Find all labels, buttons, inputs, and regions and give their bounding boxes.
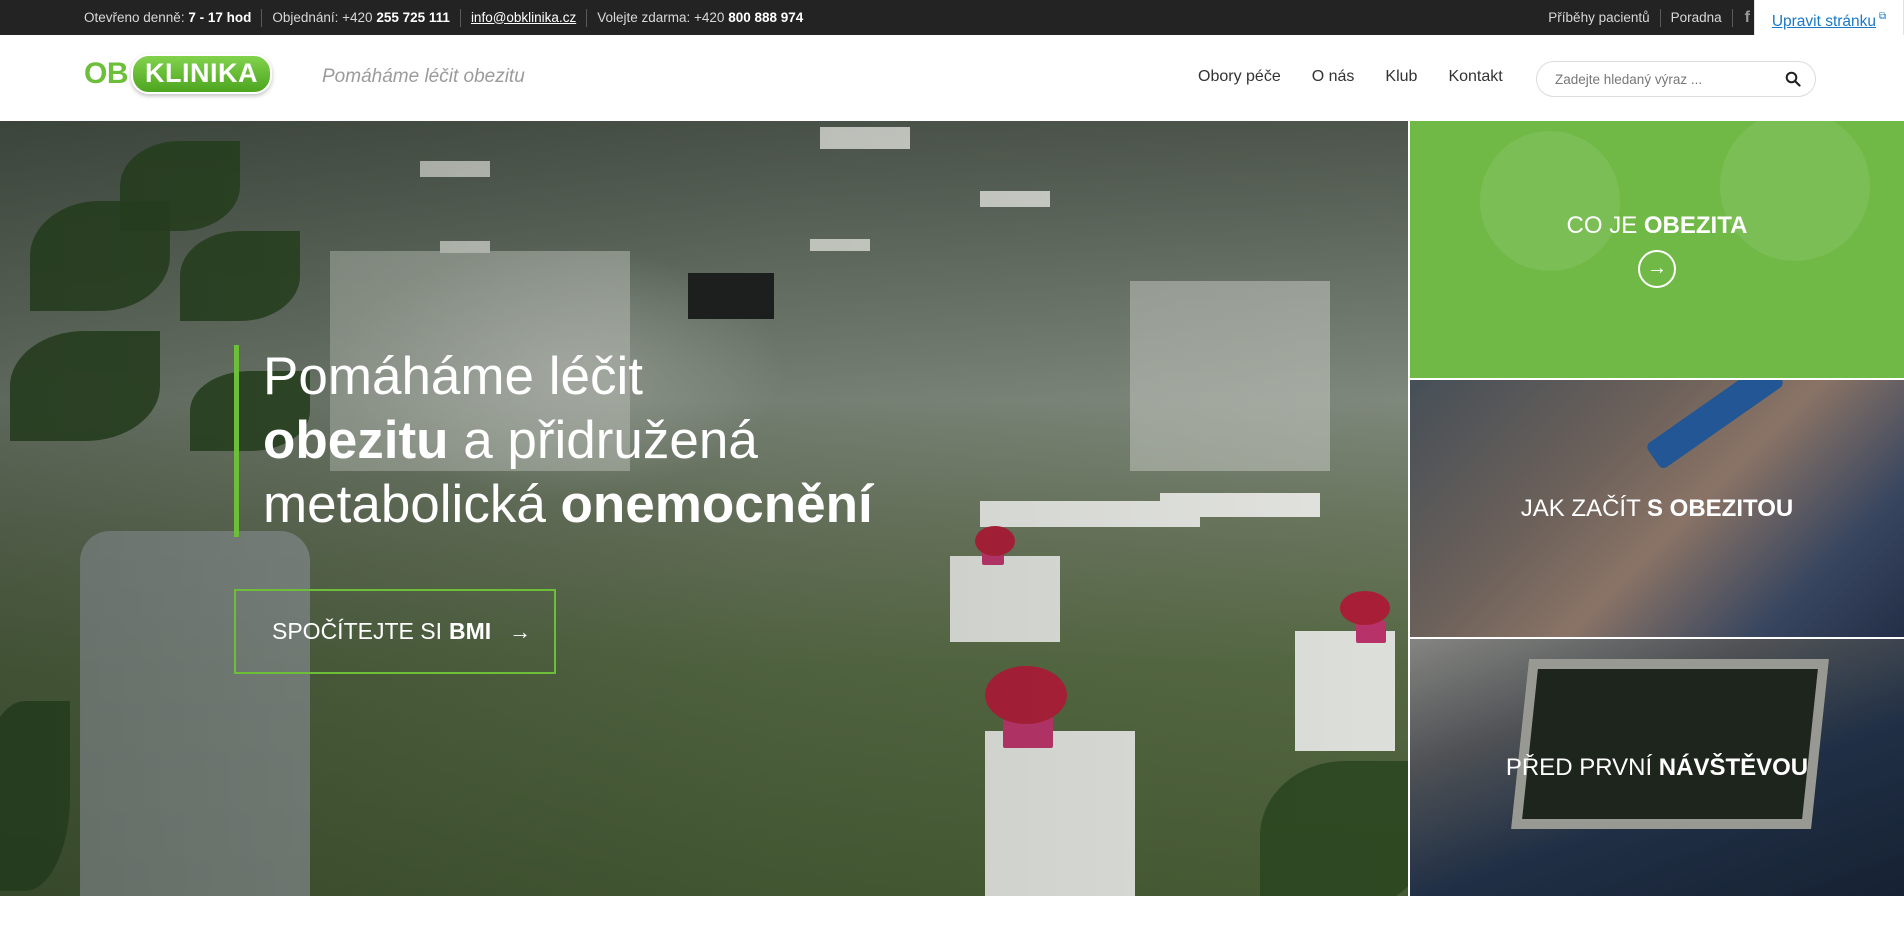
hero-line-1: Pomáháme léčit: [263, 347, 644, 406]
circle-arrow-icon[interactable]: →: [1638, 249, 1676, 288]
nav-item-obory-pece[interactable]: Obory péče: [1198, 68, 1281, 86]
tagline: Pomáháme léčit obezitu: [322, 66, 525, 87]
bmi-button-text: SPOČÍTEJTE SI: [272, 618, 442, 644]
top-links: Příběhy pacientů Poradna f: [1548, 0, 1754, 35]
contact-info: Otevřeno denně: 7 - 17 hod Objednání: +4…: [84, 0, 813, 35]
bmi-button-bold: BMI: [448, 618, 492, 644]
order-phone[interactable]: Objednání: +420 255 725 111: [261, 8, 460, 27]
arrow-right-icon: →: [509, 618, 532, 644]
hero-line-3-rest: metabolická: [263, 475, 561, 534]
main-nav: Obory péče O nás Klub Kontakt: [1198, 68, 1534, 86]
order-phone-number[interactable]: 255 725 111: [376, 10, 450, 25]
tile-how-to-start-label: JAK ZAČÍT S OBEZITOU: [1521, 495, 1794, 523]
nav-item-o-nas[interactable]: O nás: [1312, 68, 1355, 86]
hero-line-3: metabolická onemocnění: [263, 473, 873, 537]
edit-page-link[interactable]: Upravit stránku: [1772, 13, 1876, 31]
tile-what-is-obesity[interactable]: CO JE OBEZITA →: [1410, 121, 1904, 378]
search-icon[interactable]: [1785, 71, 1801, 87]
tile-how-to-start[interactable]: JAK ZAČÍT S OBEZITOU: [1410, 380, 1904, 637]
tile-1-text: CO JE: [1566, 211, 1644, 239]
email-link[interactable]: info@obklinika.cz: [471, 10, 576, 25]
opening-hours: Otevřeno denně: 7 - 17 hod: [84, 9, 261, 27]
nav-item-klub[interactable]: Klub: [1385, 68, 1417, 86]
free-phone-label: Volejte zdarma: +420: [597, 9, 725, 25]
tile-before-first-visit[interactable]: PŘED PRVNÍ NÁVŠTĚVOU: [1410, 639, 1904, 896]
search-input[interactable]: [1553, 70, 1785, 88]
tile-what-is-obesity-label: CO JE OBEZITA: [1567, 212, 1748, 240]
hero-line-2-bold: obezitu: [263, 411, 449, 470]
top-info-bar: Otevřeno denně: 7 - 17 hod Objednání: +4…: [0, 0, 1904, 44]
opening-hours-label: Otevřeno denně:: [84, 9, 185, 25]
hero-headline: Pomáháme léčit obezitu a přidružená meta…: [234, 345, 873, 537]
tile-3-text: PŘED PRVNÍ: [1505, 753, 1659, 781]
top-link-advice[interactable]: Poradna: [1659, 8, 1732, 27]
email[interactable]: info@obklinika.cz: [459, 8, 586, 27]
hero-line-2: obezitu a přidružená: [263, 409, 873, 473]
tile-2-bold: S OBEZITOU: [1647, 494, 1794, 522]
site-header: OB KLINIKA Pomáháme léčit obezitu Obory …: [0, 35, 1904, 121]
free-phone-number[interactable]: 800 888 974: [728, 10, 803, 25]
free-phone[interactable]: Volejte zdarma: +420 800 888 974: [586, 8, 813, 27]
hero-banner: Pomáháme léčit obezitu a přidružená meta…: [0, 121, 1408, 896]
external-link-icon: ⧉: [1879, 11, 1887, 22]
hero-line-2-rest: a přidružená: [448, 411, 758, 470]
logo[interactable]: OB KLINIKA: [84, 53, 272, 95]
tile-2-text: JAK ZAČÍT: [1520, 494, 1647, 522]
nav-item-kontakt[interactable]: Kontakt: [1448, 68, 1502, 86]
top-link-patient-stories[interactable]: Příběhy pacientů: [1548, 9, 1659, 27]
order-phone-label: Objednání: +420: [272, 9, 373, 25]
tile-before-first-visit-label: PŘED PRVNÍ NÁVŠTĚVOU: [1506, 754, 1808, 782]
search-box: [1536, 61, 1816, 97]
opening-hours-value: 7 - 17 hod: [188, 9, 252, 25]
tile-3-bold: NÁVŠTĚVOU: [1658, 753, 1809, 781]
facebook-icon[interactable]: f: [1731, 8, 1754, 27]
logo-ob: OB: [84, 57, 129, 90]
logo-klinika: KLINIKA: [131, 54, 272, 94]
hero-line-3-bold: onemocnění: [560, 475, 873, 534]
tile-1-bold: OBEZITA: [1643, 211, 1748, 239]
bmi-calculator-button[interactable]: SPOČÍTEJTE SI BMI →: [234, 589, 556, 674]
